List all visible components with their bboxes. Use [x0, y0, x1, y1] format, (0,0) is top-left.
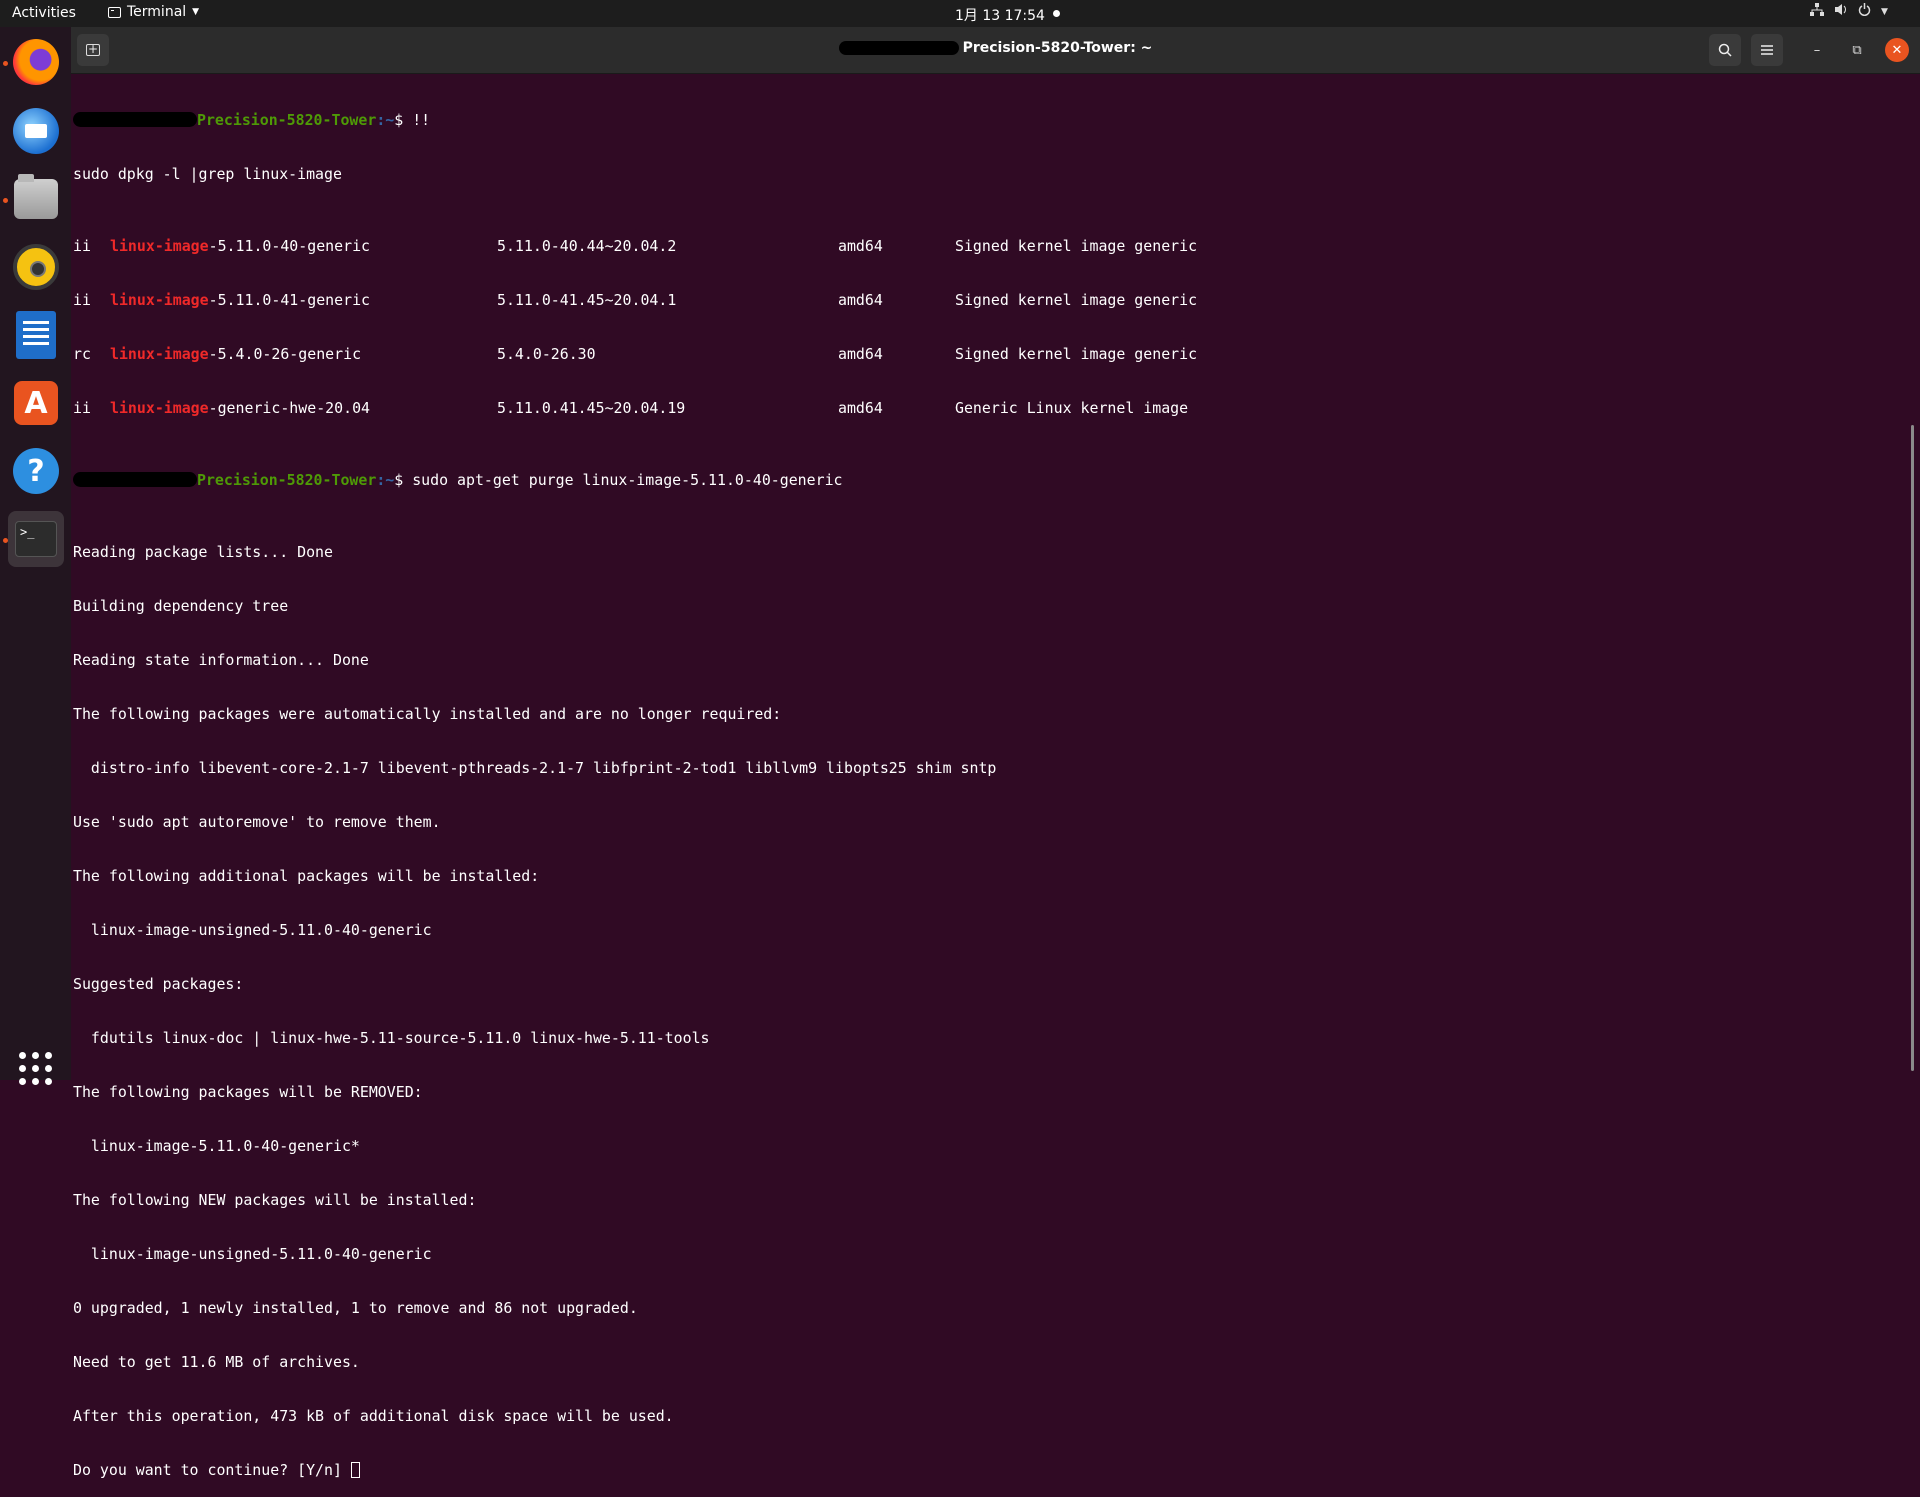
output-line: After this operation, 473 kB of addition… [73, 1407, 674, 1425]
dpkg-row: rc linux-image-5.4.0-26-generic 5.4.0-26.3… [73, 345, 1198, 363]
notification-dot-icon [1053, 10, 1060, 17]
output-line: linux-image-unsigned-5.11.0-40-generic [73, 921, 432, 939]
dock-firefox[interactable] [8, 34, 64, 90]
text-cursor[interactable] [350, 1462, 360, 1478]
redacted-username [73, 472, 197, 487]
redacted-username [838, 41, 959, 55]
terminal-icon: >_ [15, 521, 57, 557]
clock[interactable]: 1月 13 17:54 [955, 5, 1045, 25]
firefox-icon [13, 39, 59, 85]
close-button[interactable]: ✕ [1885, 38, 1909, 62]
redacted-username [73, 112, 197, 127]
chevron-down-icon: ▼ [192, 7, 200, 17]
command-text: sudo apt-get purge linux-image-5.11.0-40… [412, 471, 843, 489]
dpkg-row: ii linux-image-5.11.0-40-generic 5.11.0-40… [73, 237, 1198, 255]
rhythmbox-icon [13, 244, 59, 290]
thunderbird-icon [13, 108, 59, 154]
volume-icon [1834, 3, 1848, 20]
terminal-output[interactable]: Precision-5820-Tower:~$ !! sudo dpkg -l … [73, 75, 1903, 1479]
dock-writer[interactable] [8, 307, 64, 363]
top-bar: Activities Terminal ▼ 1月 13 17:54 ▼ [0, 0, 1920, 27]
output-line: fdutils linux-doc | linux-hwe-5.11-sourc… [73, 1029, 710, 1047]
power-icon [1858, 3, 1871, 20]
search-button[interactable] [1709, 34, 1741, 66]
scrollbar-thumb[interactable] [1911, 425, 1914, 1071]
output-line: The following packages will be REMOVED: [73, 1083, 423, 1101]
output-line: 0 upgraded, 1 newly installed, 1 to remo… [73, 1299, 638, 1317]
prompt-line: Precision-5820-Tower:~$ !! [73, 111, 1903, 129]
terminal-headerbar: + Precision-5820-Tower: ~ – ⧉ ✕ [71, 27, 1920, 74]
output-line: Reading package lists... Done [73, 543, 333, 561]
window-title: Precision-5820-Tower: ~ [962, 40, 1153, 56]
confirm-prompt: Do you want to continue? [Y/n] [73, 1461, 351, 1479]
files-icon [14, 174, 58, 219]
output-line: linux-image-5.11.0-40-generic* [73, 1137, 360, 1155]
confirm-line: Do you want to continue? [Y/n] [73, 1461, 1903, 1479]
app-menu-label: Terminal [127, 4, 187, 20]
help-icon: ? [13, 448, 59, 494]
dock-files[interactable] [8, 171, 64, 227]
dock-rhythmbox[interactable] [8, 239, 64, 295]
dock-thunderbird[interactable] [8, 103, 64, 159]
output-line: Need to get 11.6 MB of archives. [73, 1353, 360, 1371]
maximize-button[interactable]: ⧉ [1845, 38, 1869, 62]
output-line: Use 'sudo apt autoremove' to remove them… [73, 813, 441, 831]
show-applications-icon[interactable] [19, 1052, 52, 1085]
terminal-icon [108, 6, 121, 18]
output-line: The following packages were automaticall… [73, 705, 782, 723]
hamburger-icon [1761, 45, 1773, 55]
output-line: linux-image-unsigned-5.11.0-40-generic [73, 1245, 432, 1263]
prompt-line: Precision-5820-Tower:~$ sudo apt-get pur… [73, 471, 1903, 489]
output-line: Reading state information... Done [73, 651, 369, 669]
ubuntu-software-icon: A [14, 381, 58, 425]
network-icon [1810, 3, 1824, 20]
output-line: The following NEW packages will be insta… [73, 1191, 477, 1209]
output-line: Suggested packages: [73, 975, 244, 993]
dock-help[interactable]: ? [8, 443, 64, 499]
output-line: Building dependency tree [73, 597, 289, 615]
dock: A ? >_ [0, 27, 71, 1085]
minimize-button[interactable]: – [1805, 38, 1829, 62]
system-tray[interactable]: ▼ [1810, 3, 1888, 20]
dock-terminal[interactable]: >_ [8, 511, 64, 567]
hamburger-menu-button[interactable] [1751, 34, 1783, 66]
dock-software[interactable]: A [8, 375, 64, 431]
app-menu[interactable]: Terminal ▼ [108, 4, 199, 20]
dpkg-row: ii linux-image-generic-hwe-20.04 5.11.0.41… [73, 399, 1189, 417]
command-text: !! [412, 111, 431, 129]
output-line: distro-info libevent-core-2.1-7 libevent… [73, 759, 997, 777]
search-icon [1718, 43, 1732, 57]
activities-button[interactable]: Activities [12, 5, 76, 21]
window-title-container: Precision-5820-Tower: ~ [71, 40, 1920, 56]
libreoffice-writer-icon [16, 311, 56, 359]
chevron-down-icon: ▼ [1881, 6, 1888, 17]
output-line: The following additional packages will b… [73, 867, 540, 885]
output-line: sudo dpkg -l |grep linux-image [73, 165, 342, 183]
dpkg-row: ii linux-image-5.11.0-41-generic 5.11.0-41… [73, 291, 1198, 309]
scrollbar[interactable] [1909, 75, 1917, 1075]
